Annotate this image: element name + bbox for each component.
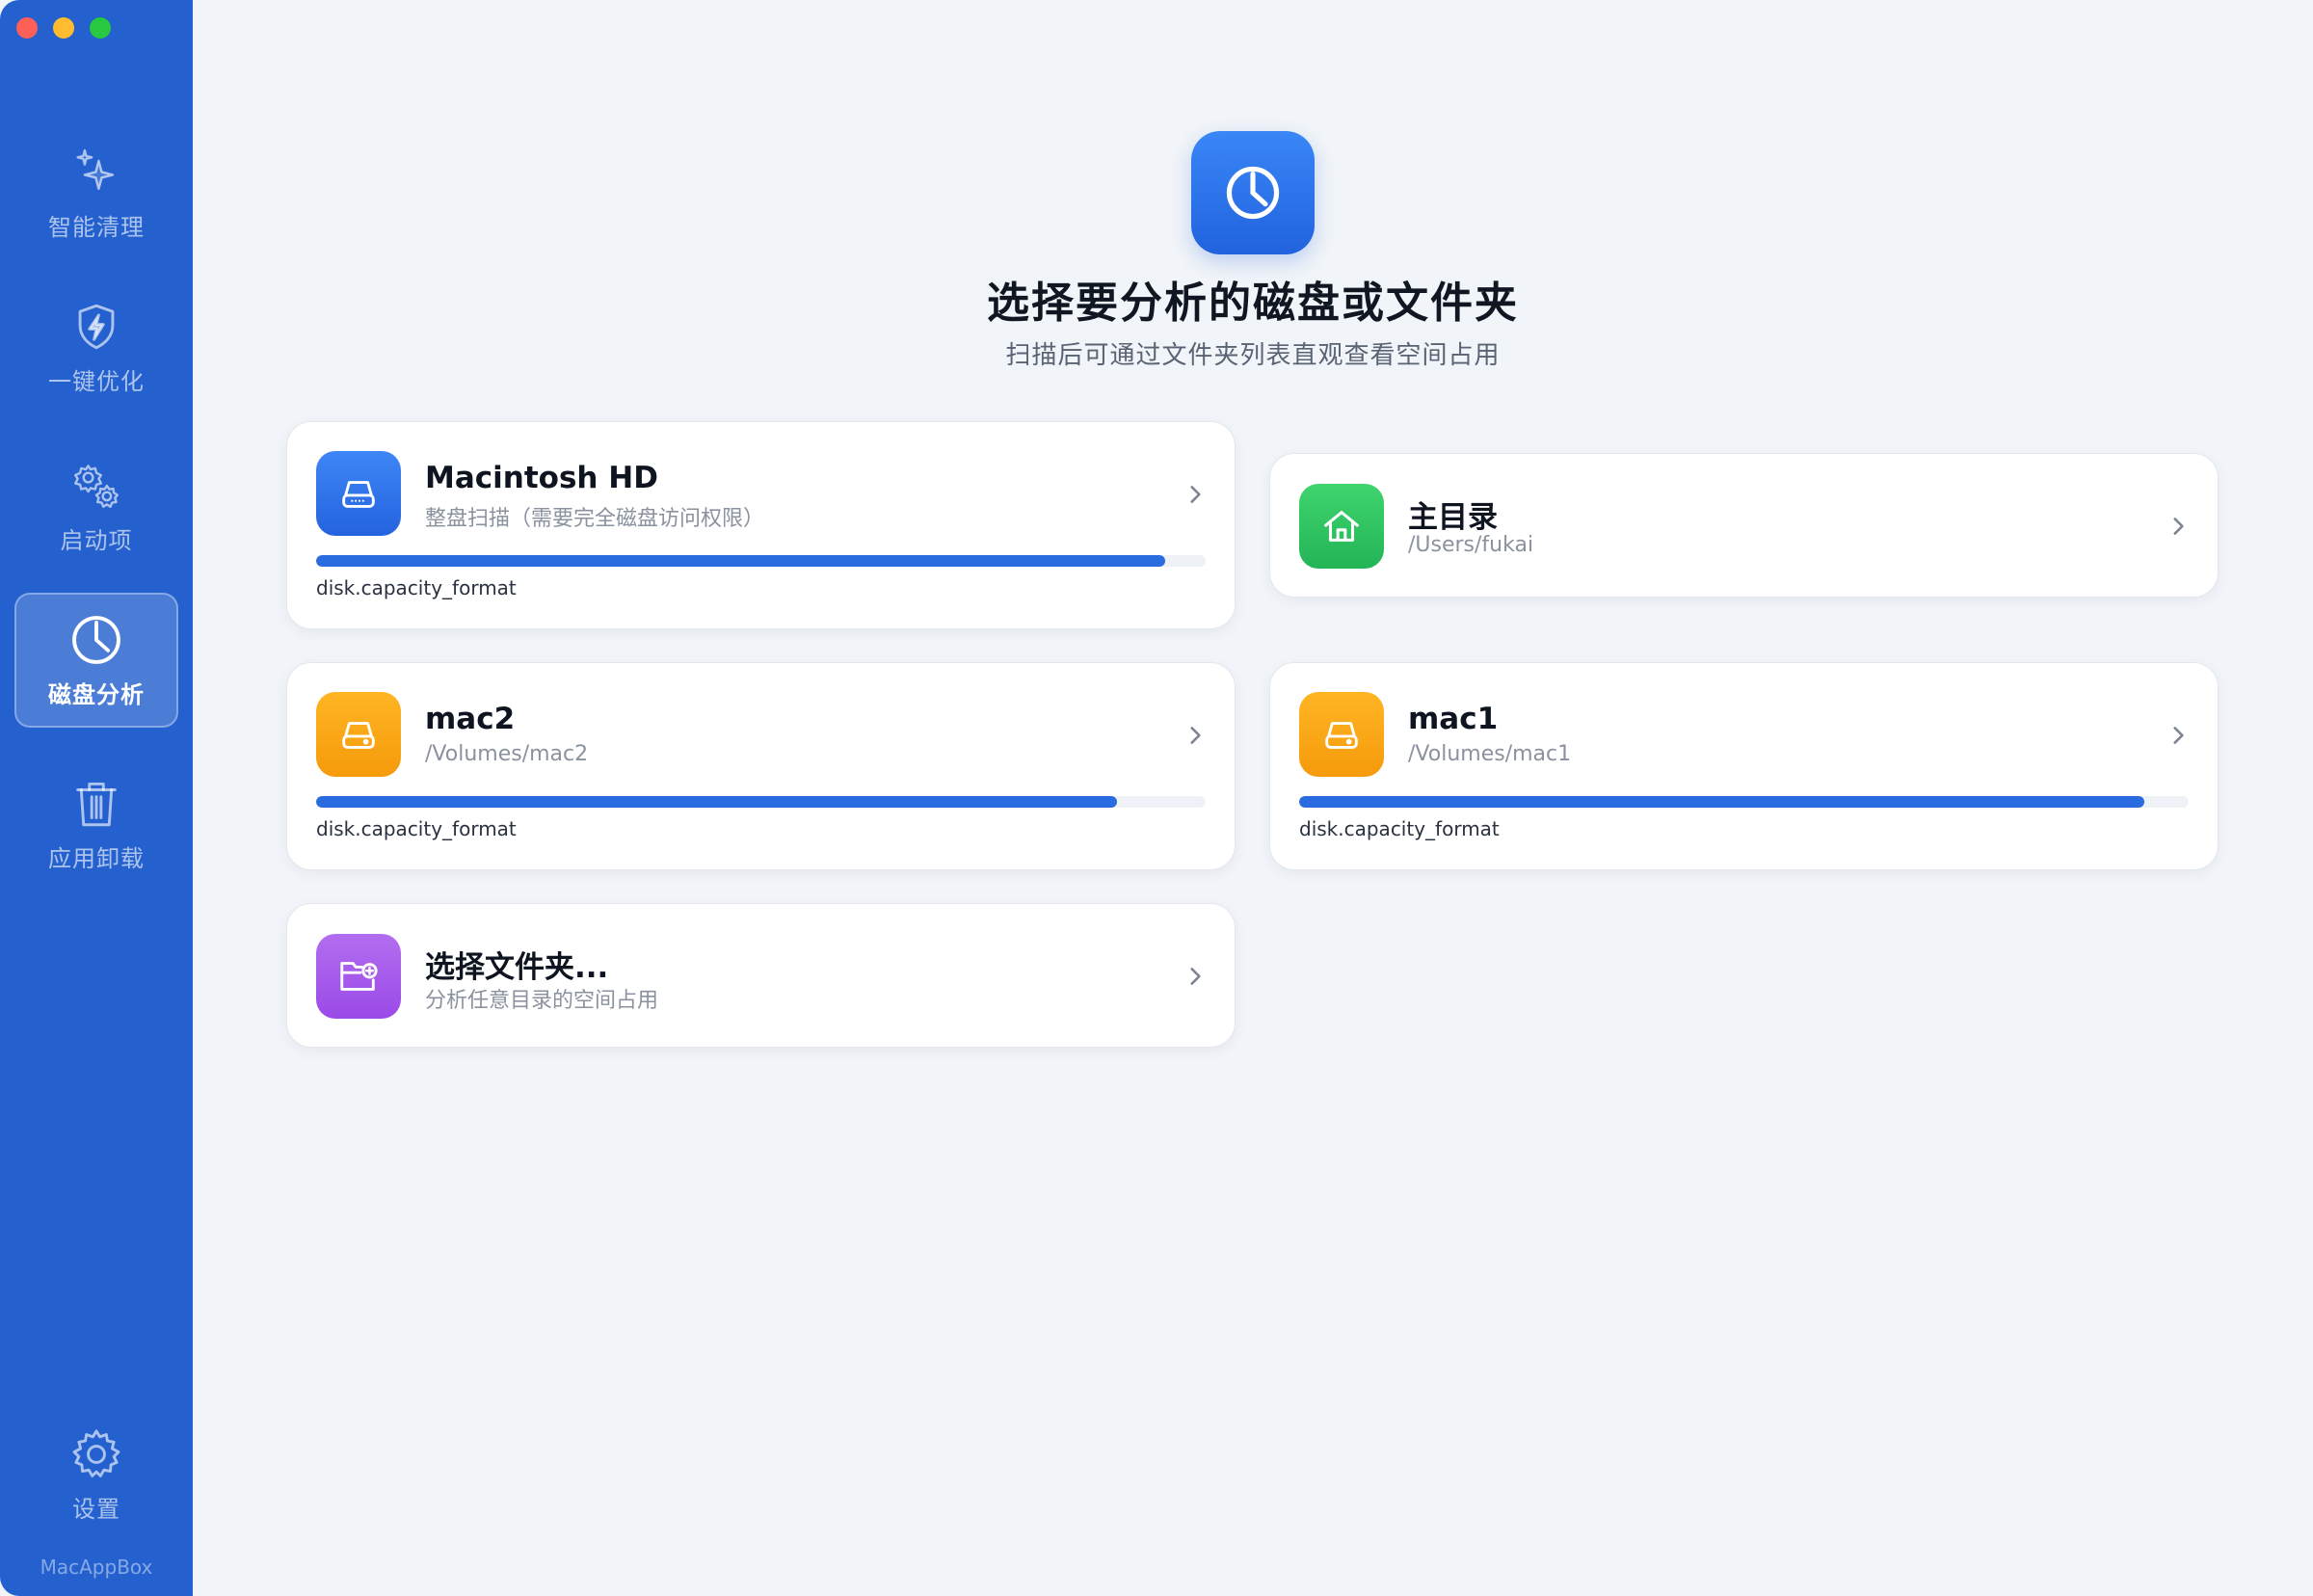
card-title: Macintosh HD: [425, 461, 658, 495]
capacity-bar: [316, 555, 1206, 567]
disk-card-macintosh-hd[interactable]: Macintosh HD 整盘扫描（需要完全磁盘访问权限） disk.capac…: [286, 421, 1236, 629]
card-title: mac2: [425, 702, 516, 736]
settings-label: 设置: [72, 1495, 120, 1523]
disk-analysis-hero-icon: [1191, 131, 1315, 254]
shield-bolt-icon: [78, 304, 115, 349]
chevron-right-icon: [2173, 518, 2184, 535]
sidebar-item-disk-analysis[interactable]: 磁盘分析: [14, 593, 178, 728]
app-window: 智能清理 一键优化 启动项 磁盘分析 应用卸载 设置 MacAppBox 选择要…: [0, 0, 2313, 1596]
capacity-text: disk.capacity_format: [316, 576, 517, 599]
traffic-lights: [16, 17, 111, 39]
folder-add-icon: [316, 934, 401, 1019]
pie-chart-icon: [72, 615, 120, 664]
card-subtitle: /Volumes/mac1: [1408, 742, 1572, 766]
chevron-right-icon: [2173, 727, 2184, 744]
sidebar-item-label: 一键优化: [48, 367, 145, 395]
capacity-bar-fill: [1299, 796, 2144, 808]
brand-label: MacAppBox: [40, 1556, 153, 1579]
capacity-text: disk.capacity_format: [1299, 817, 1500, 840]
home-icon: [1299, 484, 1384, 569]
sidebar-item-label: 启动项: [60, 526, 133, 554]
capacity-bar: [1299, 796, 2189, 808]
card-subtitle: 分析任意目录的空间占用: [425, 989, 659, 1013]
card-subtitle: /Users/fukai: [1408, 533, 1534, 557]
folder-card-home[interactable]: 主目录 /Users/fukai: [1269, 453, 2219, 598]
sidebar-item-startup[interactable]: 启动项: [14, 439, 178, 573]
chevron-right-icon: [1190, 727, 1201, 744]
sidebar-item-optimize[interactable]: 一键优化: [14, 279, 178, 414]
sidebar: 智能清理 一键优化 启动项 磁盘分析 应用卸载 设置 MacAppBox: [0, 0, 193, 1596]
card-title: mac1: [1408, 702, 1499, 736]
disk-card-mac2[interactable]: mac2 /Volumes/mac2 disk.capacity_format: [286, 662, 1236, 870]
maximize-window-button[interactable]: [90, 17, 111, 39]
sidebar-item-uninstall[interactable]: 应用卸载: [14, 757, 178, 891]
settings-gear-icon: [72, 1428, 120, 1477]
minimize-window-button[interactable]: [53, 17, 74, 39]
capacity-bar: [316, 796, 1206, 808]
gears-icon: [74, 464, 119, 508]
card-subtitle: 整盘扫描（需要完全磁盘访问权限）: [425, 507, 765, 531]
close-window-button[interactable]: [16, 17, 38, 39]
card-title: 选择文件夹...: [425, 950, 609, 985]
capacity-bar-fill: [316, 555, 1166, 567]
page-subtitle: 扫描后可通过文件夹列表直观查看空间占用: [1005, 341, 1501, 370]
trash-icon: [76, 782, 117, 826]
sidebar-item-label: 智能清理: [48, 213, 145, 241]
capacity-bar-fill: [316, 796, 1117, 808]
sidebar-item-smart-clean[interactable]: 智能清理: [14, 125, 178, 260]
chevron-right-icon: [1190, 968, 1201, 985]
sidebar-item-label: 应用卸载: [48, 844, 145, 872]
page-title: 选择要分析的磁盘或文件夹: [987, 279, 1519, 328]
capacity-text: disk.capacity_format: [316, 817, 517, 840]
sidebar-item-settings[interactable]: 设置: [14, 1407, 178, 1542]
card-title: 主目录: [1408, 500, 1498, 535]
drive-icon: [316, 451, 401, 536]
chevron-right-icon: [1190, 486, 1201, 503]
card-subtitle: /Volumes/mac2: [425, 742, 589, 766]
disk-card-mac1[interactable]: mac1 /Volumes/mac1 disk.capacity_format: [1269, 662, 2219, 870]
drive-icon: [1299, 692, 1384, 777]
drive-icon: [316, 692, 401, 777]
choose-folder-card[interactable]: 选择文件夹... 分析任意目录的空间占用: [286, 903, 1236, 1048]
sidebar-item-label: 磁盘分析: [48, 680, 145, 708]
sparkle-icon: [76, 148, 115, 190]
pie-chart-icon: [1226, 166, 1280, 220]
